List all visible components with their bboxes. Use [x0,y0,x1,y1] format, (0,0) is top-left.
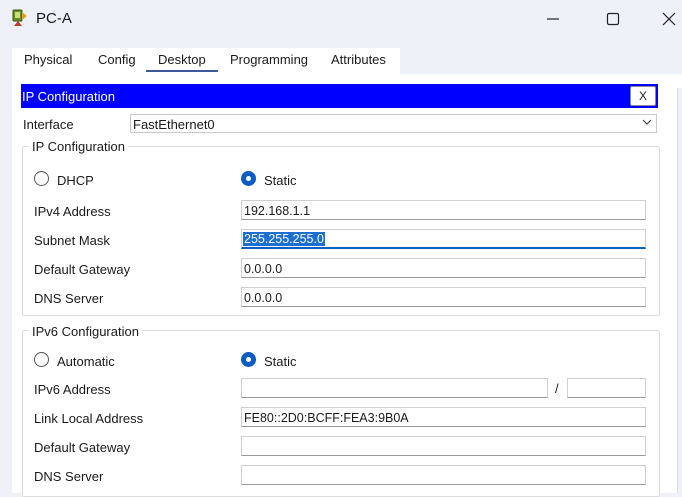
prefix-separator: / [555,381,559,396]
ipv6-address-label: IPv6 Address [34,382,111,397]
interface-select-value: FastEthernet0 [133,117,215,132]
dns-server-field[interactable] [241,287,646,307]
chevron-down-icon [641,116,653,128]
dns-server-label: DNS Server [34,291,104,306]
maximize-button[interactable] [590,4,636,34]
tab-attributes[interactable]: Attributes [331,52,386,72]
minimize-button[interactable] [530,4,576,34]
subnet-mask-label: Subnet Mask [34,233,110,248]
ipv4-address-label: IPv4 Address [34,204,111,219]
close-window-button[interactable] [646,4,682,34]
interface-label: Interface [23,117,74,132]
ipv6-group-title: IPv6 Configuration [29,324,142,339]
ipv6-default-gateway-label: Default Gateway [34,440,131,455]
automatic-ipv6-radio[interactable] [34,352,49,367]
ipv4-group-title: IP Configuration [29,139,128,154]
vertical-scrollbar[interactable] [677,88,682,493]
default-gateway-value: 0.0.0.0 [244,262,283,276]
tab-desktop[interactable]: Desktop [158,52,206,72]
maximize-icon [606,12,620,26]
title-bar [0,0,682,38]
ip-config-close-button[interactable]: X [630,86,656,106]
ipv6-prefix-field[interactable] [567,378,646,398]
static-ipv4-radio[interactable] [241,171,256,186]
static-ipv6-label: Static [264,354,297,369]
dhcp-label: DHCP [57,173,94,188]
ip-config-header-title: IP Configuration [22,89,115,104]
default-gateway-field[interactable] [241,258,646,278]
ipv4-address-value: 192.168.1.1 [244,204,311,218]
tab-programming[interactable]: Programming [230,52,308,72]
tab-physical[interactable]: Physical [24,52,72,72]
default-gateway-label: Default Gateway [34,262,131,277]
ipv6-address-field[interactable] [241,378,548,398]
minimize-icon [547,18,559,20]
active-tab-indicator [146,70,218,72]
ipv6-dns-server-label: DNS Server [34,469,104,484]
close-icon [662,12,676,26]
link-local-address-label: Link Local Address [34,411,144,426]
dhcp-radio[interactable] [34,171,49,186]
dns-server-value: 0.0.0.0 [244,291,283,305]
static-ipv6-radio[interactable] [241,352,256,367]
pc-app-icon [10,8,30,28]
static-ipv4-label: Static [264,173,297,188]
ip-config-header [21,84,658,108]
automatic-ipv6-label: Automatic [57,354,115,369]
link-local-address-value: FE80::2D0:BCFF:FEA3:9B0A [244,411,409,425]
ipv6-default-gateway-field[interactable] [241,436,646,456]
ipv6-dns-server-field[interactable] [241,465,646,485]
tab-config[interactable]: Config [98,52,136,72]
subnet-mask-value: 255.255.255.0 [243,232,325,246]
window-title: PC-A [36,10,72,27]
